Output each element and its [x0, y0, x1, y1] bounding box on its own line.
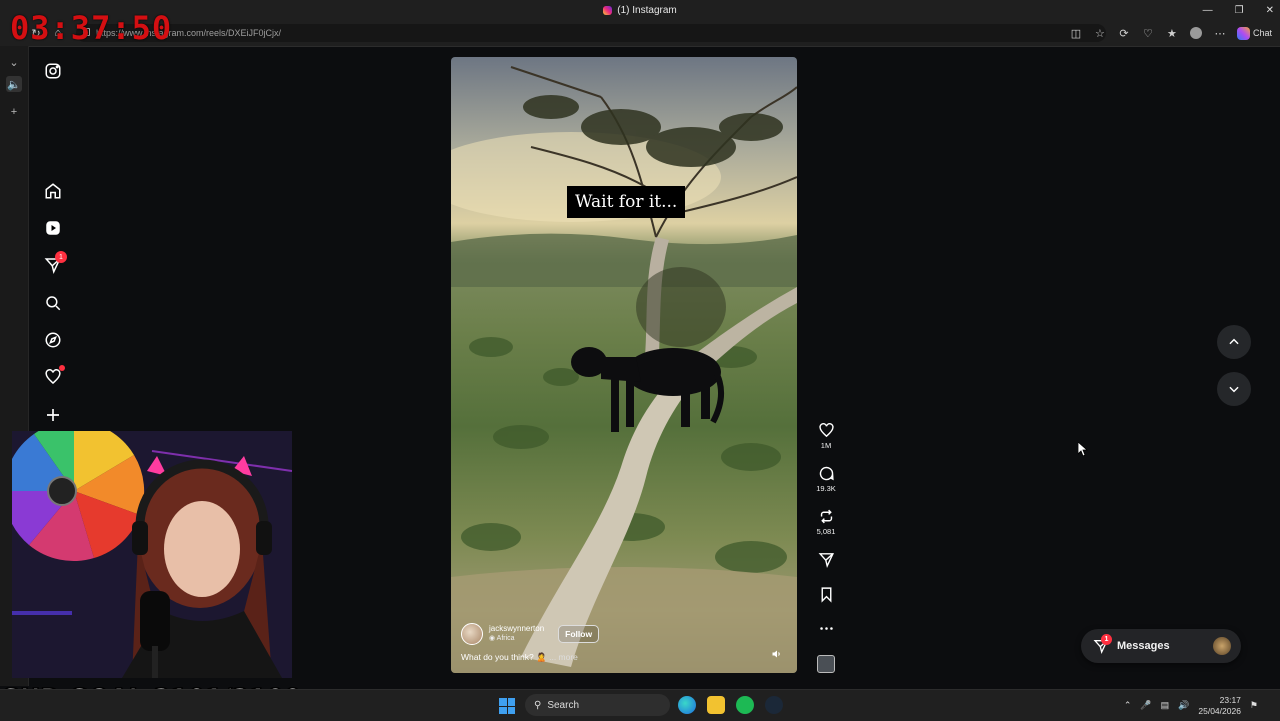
repost-button[interactable]: 5,081 — [811, 508, 841, 536]
address-bar[interactable]: https://www.instagram.com/reels/DXEiJF0j… — [76, 24, 1106, 42]
extensions-icon[interactable]: ⟳ — [1117, 26, 1131, 40]
copilot-icon — [1236, 26, 1250, 40]
spotify-icon[interactable] — [736, 696, 754, 714]
system-tray: ⌃ 🎤 ▤ 🔊 23:17 25/04/2026 ⚑ — [1124, 690, 1258, 721]
window-title-text: (1) Instagram — [617, 4, 677, 16]
messages-avatar — [1213, 637, 1231, 655]
windows-taskbar: ⚲ Search ⌃ 🎤 ▤ 🔊 23:17 25/04/2026 ⚑ — [0, 689, 1280, 721]
close-icon[interactable]: ✕ — [1266, 5, 1274, 16]
explore-icon[interactable] — [43, 330, 63, 350]
share-button[interactable] — [811, 551, 841, 568]
reel-overlay-text: Wait for it... — [567, 186, 686, 218]
repost-icon — [820, 509, 832, 524]
bookmark-icon — [821, 587, 831, 603]
favorite-star-icon[interactable]: ☆ — [1093, 26, 1107, 40]
minimize-icon[interactable]: — — [1203, 5, 1213, 16]
window-title: (1) Instagram — [603, 4, 677, 16]
reels-icon[interactable] — [43, 218, 63, 238]
clock-date: 25/04/2026 — [1198, 705, 1241, 716]
volume-tray-icon[interactable]: 🔊 — [1178, 700, 1189, 711]
webcam-feed-image — [12, 431, 292, 678]
messages-badge: 1 — [1101, 634, 1112, 645]
mouse-cursor-icon — [1078, 442, 1088, 456]
share-icon — [818, 553, 834, 568]
location-text: Africa — [496, 635, 515, 642]
notification-bell-icon[interactable]: ⚑ — [1250, 700, 1258, 711]
instagram-logo-icon[interactable] — [43, 61, 63, 81]
messages-button[interactable]: 1 Messages — [1081, 629, 1241, 663]
direct-badge: 1 — [55, 251, 67, 263]
browser-essentials-icon[interactable]: ♡ — [1141, 26, 1155, 40]
author-username[interactable]: jackswynnerton — [489, 624, 544, 634]
instagram-favicon-icon — [603, 5, 613, 15]
next-reel-button[interactable] — [1217, 372, 1251, 406]
comment-button[interactable]: 19.3K — [811, 465, 841, 493]
create-icon[interactable] — [43, 405, 63, 425]
notifications-badge — [59, 365, 65, 371]
copilot-label: Chat — [1252, 28, 1272, 38]
volume-icon[interactable] — [771, 648, 783, 660]
like-button[interactable]: 1M — [811, 422, 841, 450]
browser-toolbar: ‹ ↻ ⌂ https://www.instagram.com/reels/DX… — [0, 20, 1280, 47]
streamer-webcam — [12, 431, 292, 678]
audio-thumbnail — [817, 655, 835, 673]
chevron-up-icon — [1229, 338, 1239, 345]
split-screen-icon[interactable]: ◫ — [1069, 26, 1083, 40]
search-icon[interactable] — [43, 293, 63, 313]
heart-icon — [818, 423, 834, 438]
add-tab-icon[interactable]: + — [6, 104, 22, 120]
direct-icon[interactable]: 1 — [43, 251, 67, 275]
messages-label: Messages — [1117, 640, 1170, 652]
reel-scene-image — [451, 66, 797, 673]
microphone-icon[interactable]: 🎤 — [1140, 700, 1151, 711]
taskbar-search-icon: ⚲ — [534, 699, 542, 711]
previous-reel-button[interactable] — [1217, 325, 1251, 359]
edge-app-icon[interactable] — [678, 696, 696, 714]
taskbar-search[interactable]: ⚲ Search — [525, 694, 670, 716]
reel-description: What do you think? 🙎 ... more — [461, 652, 578, 663]
chevron-down-icon — [1229, 386, 1239, 393]
windows-start-icon[interactable] — [499, 698, 515, 714]
speaker-icon[interactable]: 🔈 — [6, 76, 22, 92]
network-icon[interactable]: ▤ — [1161, 700, 1170, 711]
repost-count: 5,081 — [816, 527, 836, 536]
more-icon[interactable]: ⋯ — [1213, 26, 1227, 40]
chevron-down-icon[interactable]: ⌄ — [6, 54, 22, 70]
window-titlebar: (1) Instagram — ❐ ✕ — [0, 0, 1280, 20]
tray-overflow-icon[interactable]: ⌃ — [1124, 700, 1132, 711]
steam-icon[interactable] — [765, 696, 783, 714]
audio-button[interactable] — [811, 655, 841, 673]
follow-button[interactable]: Follow — [558, 625, 600, 643]
collections-icon[interactable]: ★ — [1165, 26, 1179, 40]
comment-icon — [819, 466, 834, 481]
file-explorer-icon[interactable] — [707, 696, 725, 714]
notifications-icon[interactable] — [43, 365, 65, 387]
home-icon[interactable] — [43, 181, 63, 201]
clock-time: 23:17 — [1219, 694, 1241, 705]
taskbar-search-placeholder: Search — [547, 699, 580, 711]
author-avatar[interactable] — [461, 623, 483, 645]
restore-icon[interactable]: ❐ — [1235, 5, 1244, 16]
more-link[interactable]: ... more — [549, 652, 578, 662]
copilot-button[interactable]: Chat — [1236, 26, 1272, 40]
reel-video[interactable]: Wait for it... jackswynnerton ◉ Africa F… — [451, 57, 797, 673]
profile-icon[interactable] — [1189, 26, 1203, 40]
window-controls: — ❐ ✕ — [1203, 0, 1274, 20]
taskbar-clock[interactable]: 23:17 25/04/2026 — [1198, 695, 1241, 717]
stream-timer: 03:37:50 — [10, 9, 173, 47]
options-button[interactable] — [811, 620, 841, 637]
location-pin-icon: ◉ — [489, 635, 496, 642]
reel-description-text: What do you think? 🙎 — [461, 652, 547, 662]
author-info: jackswynnerton ◉ Africa — [489, 624, 544, 644]
more-options-icon — [819, 627, 833, 630]
save-button[interactable] — [811, 586, 841, 603]
reel-author: jackswynnerton ◉ Africa Follow — [461, 623, 600, 645]
browser-toolbar-icons: ◫ ☆ ⟳ ♡ ★ ⋯ Chat — [1069, 25, 1272, 41]
like-count: 1M — [820, 441, 832, 450]
author-location[interactable]: ◉ Africa — [489, 634, 544, 644]
comment-count: 19.3K — [816, 484, 836, 493]
messages-icon: 1 — [1093, 634, 1112, 654]
